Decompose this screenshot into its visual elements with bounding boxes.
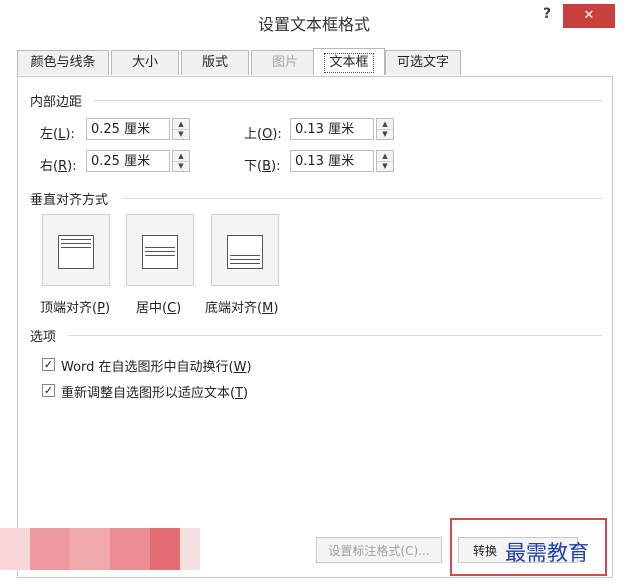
align-middle-label[interactable]: 居中(C) <box>136 297 181 316</box>
textbox-tab-panel: 内部边距 左(L): 0.25 厘米 ▲ ▼ 右(R): 0.25 厘米 ▲ ▼… <box>17 76 613 578</box>
section-divider <box>122 198 602 199</box>
align-middle-button[interactable] <box>126 214 194 286</box>
bottom-margin-spinner[interactable]: ▲ ▼ <box>376 150 394 172</box>
word-wrap-label[interactable]: Word 在自选图形中自动换行(W) <box>61 356 252 375</box>
left-margin-input[interactable]: 0.25 厘米 <box>86 118 170 140</box>
align-top-label[interactable]: 顶端对齐(P) <box>40 297 110 316</box>
word-wrap-checkbox[interactable]: ✓ <box>42 358 55 371</box>
spinner-down-icon[interactable]: ▼ <box>173 129 189 139</box>
bottom-margin-input[interactable]: 0.13 厘米 <box>290 150 374 172</box>
align-middle-icon <box>142 235 178 269</box>
align-top-icon <box>58 235 94 269</box>
top-margin-input[interactable]: 0.13 厘米 <box>290 118 374 140</box>
tab-size[interactable]: 大小 <box>111 50 179 75</box>
tab-textbox[interactable]: 文本框 <box>313 48 385 75</box>
blurred-region <box>0 528 200 570</box>
watermark-text: 最需教育 <box>505 541 589 565</box>
vertical-alignment-title: 垂直对齐方式 <box>30 193 109 208</box>
tab-alt-text[interactable]: 可选文字 <box>385 50 461 75</box>
section-divider <box>94 100 602 101</box>
spinner-down-icon[interactable]: ▼ <box>377 129 393 139</box>
top-margin-label: 上(O): <box>244 127 282 142</box>
tab-picture[interactable]: 图片 <box>251 50 319 75</box>
left-margin-label: 左(L): <box>40 127 75 142</box>
align-bottom-label[interactable]: 底端对齐(M) <box>205 297 278 316</box>
align-bottom-button[interactable] <box>211 214 279 286</box>
align-bottom-icon <box>227 235 263 269</box>
close-button[interactable]: ✕ <box>563 4 615 28</box>
right-margin-input[interactable]: 0.25 厘米 <box>86 150 170 172</box>
callout-format-button[interactable]: 设置标注格式(C)... <box>316 537 442 563</box>
help-button[interactable]: ? <box>538 6 556 26</box>
close-icon: ✕ <box>583 8 595 23</box>
internal-margin-title: 内部边距 <box>30 95 83 110</box>
top-margin-spinner[interactable]: ▲ ▼ <box>376 118 394 140</box>
resize-shape-label[interactable]: 重新调整自选图形以适应文本(T) <box>61 382 248 401</box>
dialog-title: 设置文本框格式 <box>257 15 370 34</box>
tab-layout[interactable]: 版式 <box>181 50 249 75</box>
spinner-down-icon[interactable]: ▼ <box>173 161 189 171</box>
options-title: 选项 <box>30 330 57 345</box>
right-margin-label: 右(R): <box>40 159 77 174</box>
tab-colors-lines[interactable]: 颜色与线条 <box>17 50 109 75</box>
checkmark-icon: ✓ <box>43 384 54 397</box>
bottom-margin-label: 下(B): <box>244 159 281 174</box>
spinner-down-icon[interactable]: ▼ <box>377 161 393 171</box>
section-divider <box>68 335 602 336</box>
tab-textbox-label: 文本框 <box>324 53 374 73</box>
resize-shape-checkbox[interactable]: ✓ <box>42 384 55 397</box>
left-margin-spinner[interactable]: ▲ ▼ <box>172 118 190 140</box>
title-bar: 设置文本框格式 ? ✕ <box>0 0 628 42</box>
checkmark-icon: ✓ <box>43 358 54 371</box>
align-top-button[interactable] <box>42 214 110 286</box>
right-margin-spinner[interactable]: ▲ ▼ <box>172 150 190 172</box>
